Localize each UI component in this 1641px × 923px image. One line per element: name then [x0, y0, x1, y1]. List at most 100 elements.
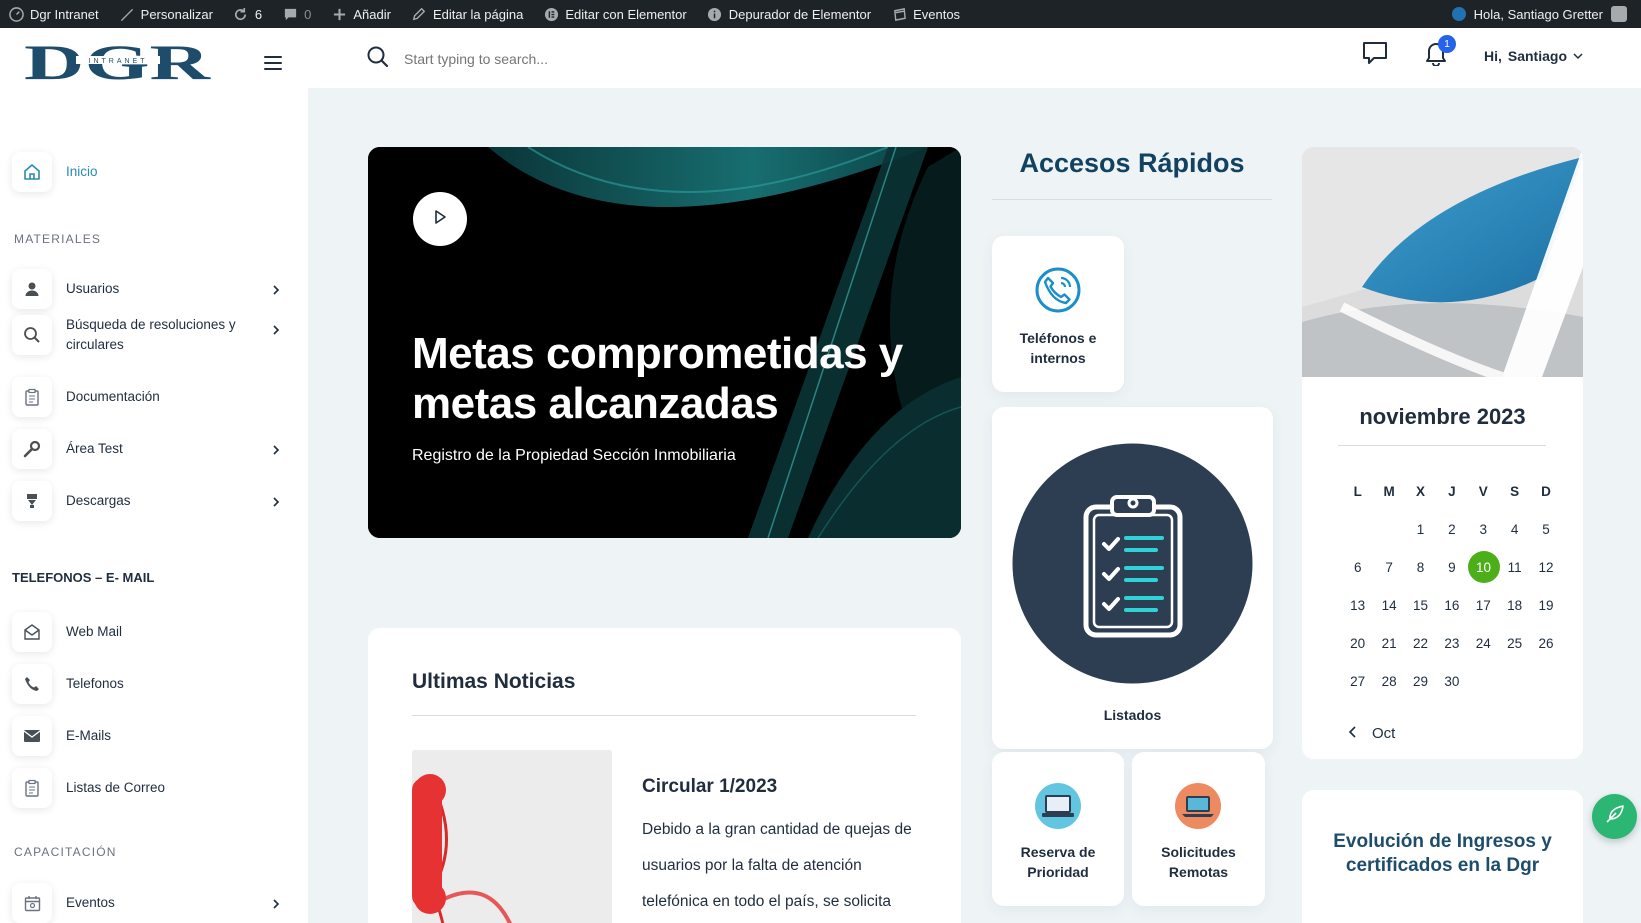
calendar-day[interactable]: 25 [1499, 636, 1530, 651]
sidebar-label-inicio: Inicio [66, 163, 98, 179]
sidebar-item-area-test[interactable]: Área Test [12, 429, 282, 469]
calendar-weekday: M [1383, 483, 1395, 499]
sidebar-item-busqueda[interactable]: Búsqueda de resoluciones y circulares [12, 315, 282, 356]
quick-access-reserva-label: Reserva de Prioridad [1020, 844, 1096, 880]
site-header: DGR INTRANET 1 Hi, Santiago [0, 28, 1641, 90]
calendar-day[interactable]: 7 [1373, 560, 1404, 575]
search-icon [12, 315, 52, 355]
calendar-header-image [1302, 147, 1583, 377]
sidebar-item-web-mail[interactable]: Web Mail [12, 612, 282, 652]
download-icon [12, 481, 52, 521]
calendar-day[interactable]: 13 [1342, 598, 1373, 613]
admin-greeting[interactable]: Hola, Santiago Gretter [1474, 7, 1603, 22]
calendar-day[interactable]: 14 [1373, 598, 1404, 613]
sidebar-label-web-mail: Web Mail [66, 623, 123, 639]
calendar-day[interactable]: 21 [1373, 636, 1404, 651]
play-video-button[interactable] [413, 192, 467, 246]
envelope-icon [12, 716, 52, 756]
calendar-today-marker: 10 [1467, 551, 1500, 583]
admin-avatar[interactable] [1611, 6, 1627, 22]
calendar-day[interactable]: 15 [1405, 598, 1436, 613]
admin-events-link[interactable]: Eventos [891, 6, 960, 22]
messages-icon[interactable] [1362, 40, 1388, 71]
sidebar-item-descargas[interactable]: Descargas [12, 481, 282, 521]
menu-toggle-icon[interactable] [264, 56, 282, 70]
calendar-month-title: noviembre 2023 [1359, 404, 1526, 429]
quick-access-reserva[interactable]: Reserva de Prioridad [992, 752, 1124, 906]
sidebar-item-listas-correo[interactable]: Listas de Correo [12, 768, 282, 808]
sidebar-item-usuarios[interactable]: Usuarios [12, 269, 282, 309]
admin-customize-link[interactable]: Personalizar [119, 6, 213, 22]
calendar-day[interactable]: 29 [1405, 674, 1436, 689]
sidebar-label-eventos: Eventos [66, 894, 115, 910]
quick-access-telefonos[interactable]: Teléfonos e internos [992, 236, 1124, 392]
home-icon [12, 152, 52, 192]
phone-ring-icon [1035, 267, 1081, 318]
notifications-bell-icon[interactable]: 1 [1424, 35, 1456, 71]
calendar-day[interactable]: 19 [1530, 598, 1561, 613]
sidebar-item-telefonos[interactable]: Telefonos [12, 664, 282, 704]
sidebar-item-inicio[interactable]: Inicio [12, 152, 282, 192]
quick-access-divider [992, 199, 1272, 200]
admin-comments-link[interactable]: 0 [282, 6, 311, 22]
calendar-day[interactable]: 22 [1405, 636, 1436, 651]
calendar-day-today[interactable]: 10 [1467, 551, 1500, 583]
admin-site-name: Dgr Intranet [30, 6, 99, 22]
calendar-day[interactable]: 1 [1405, 522, 1436, 537]
calendar-weekday: V [1478, 483, 1488, 499]
calendar-day[interactable]: 30 [1436, 674, 1467, 689]
chevron-right-icon [270, 495, 282, 507]
calendar-day[interactable]: 24 [1468, 636, 1499, 651]
sidebar-item-eventos[interactable]: Eventos [12, 883, 282, 923]
sidebar-section-telefonos: TELEFONOS – E- MAIL [12, 570, 155, 585]
news-item-title[interactable]: Circular 1/2023 [642, 776, 777, 798]
user-menu[interactable]: Hi, Santiago [1484, 48, 1583, 64]
calendar-prev-month[interactable]: Oct [1302, 707, 1583, 759]
admin-elementor-debug-link[interactable]: Depurador de Elementor [707, 6, 871, 22]
calendar-day[interactable]: 18 [1499, 598, 1530, 613]
calendar-day[interactable]: 26 [1530, 636, 1561, 651]
site-logo[interactable]: DGR INTRANET [24, 34, 214, 90]
quick-access-solicitudes-label: Solicitudes Remotas [1161, 844, 1236, 880]
calendar-day[interactable]: 4 [1499, 522, 1530, 537]
admin-events-label: Eventos [913, 6, 961, 22]
calendar-day[interactable]: 5 [1530, 522, 1561, 537]
calendar-day[interactable]: 12 [1530, 560, 1561, 575]
sidebar-label-documentacion: Documentación [66, 388, 160, 404]
search-input[interactable] [404, 51, 804, 67]
admin-site-link[interactable]: Dgr Intranet [8, 6, 99, 22]
quick-access-solicitudes[interactable]: Solicitudes Remotas [1132, 752, 1265, 906]
calendar-day[interactable]: 27 [1342, 674, 1373, 689]
news-item-image[interactable] [412, 750, 612, 923]
chevron-right-icon [270, 443, 282, 455]
chevron-right-icon [270, 283, 282, 295]
calendar-day[interactable]: 2 [1436, 522, 1467, 537]
calendar-day[interactable]: 17 [1468, 598, 1499, 613]
evolution-title[interactable]: Evolución de Ingresos y certificados en … [1322, 830, 1563, 878]
admin-elementor-edit-link[interactable]: Editar con Elementor [543, 6, 687, 22]
admin-add-new-link[interactable]: Añadir [331, 6, 391, 22]
calendar-day[interactable]: 16 [1436, 598, 1467, 613]
dashboard-icon [8, 6, 24, 22]
calendar-day[interactable]: 6 [1342, 560, 1373, 575]
sidebar-item-emails[interactable]: E-Mails [12, 716, 282, 756]
calendar-day[interactable]: 8 [1405, 560, 1436, 575]
calendar-day[interactable]: 11 [1499, 560, 1530, 575]
calendar-icon [12, 883, 52, 923]
calendar-week-row: 1 2 3 4 5 [1342, 510, 1562, 548]
phone-icon [12, 664, 52, 704]
computer-icon [1034, 782, 1082, 835]
calendar-day[interactable]: 23 [1436, 636, 1467, 651]
calendar-day[interactable]: 20 [1342, 636, 1373, 651]
admin-updates-link[interactable]: 6 [233, 6, 262, 22]
admin-add-new-label: Añadir [353, 6, 391, 22]
admin-edit-page-link[interactable]: Editar la página [411, 6, 523, 22]
calendar-day[interactable]: 3 [1468, 522, 1499, 537]
elementor-icon [543, 6, 559, 22]
calendar-day[interactable]: 28 [1373, 674, 1404, 689]
edit-floating-button[interactable] [1592, 794, 1637, 839]
quick-access-listados[interactable]: Listados [992, 407, 1273, 749]
search-icon[interactable] [366, 45, 390, 74]
calendar-day[interactable]: 9 [1436, 560, 1467, 575]
sidebar-item-documentacion[interactable]: Documentación [12, 377, 282, 417]
